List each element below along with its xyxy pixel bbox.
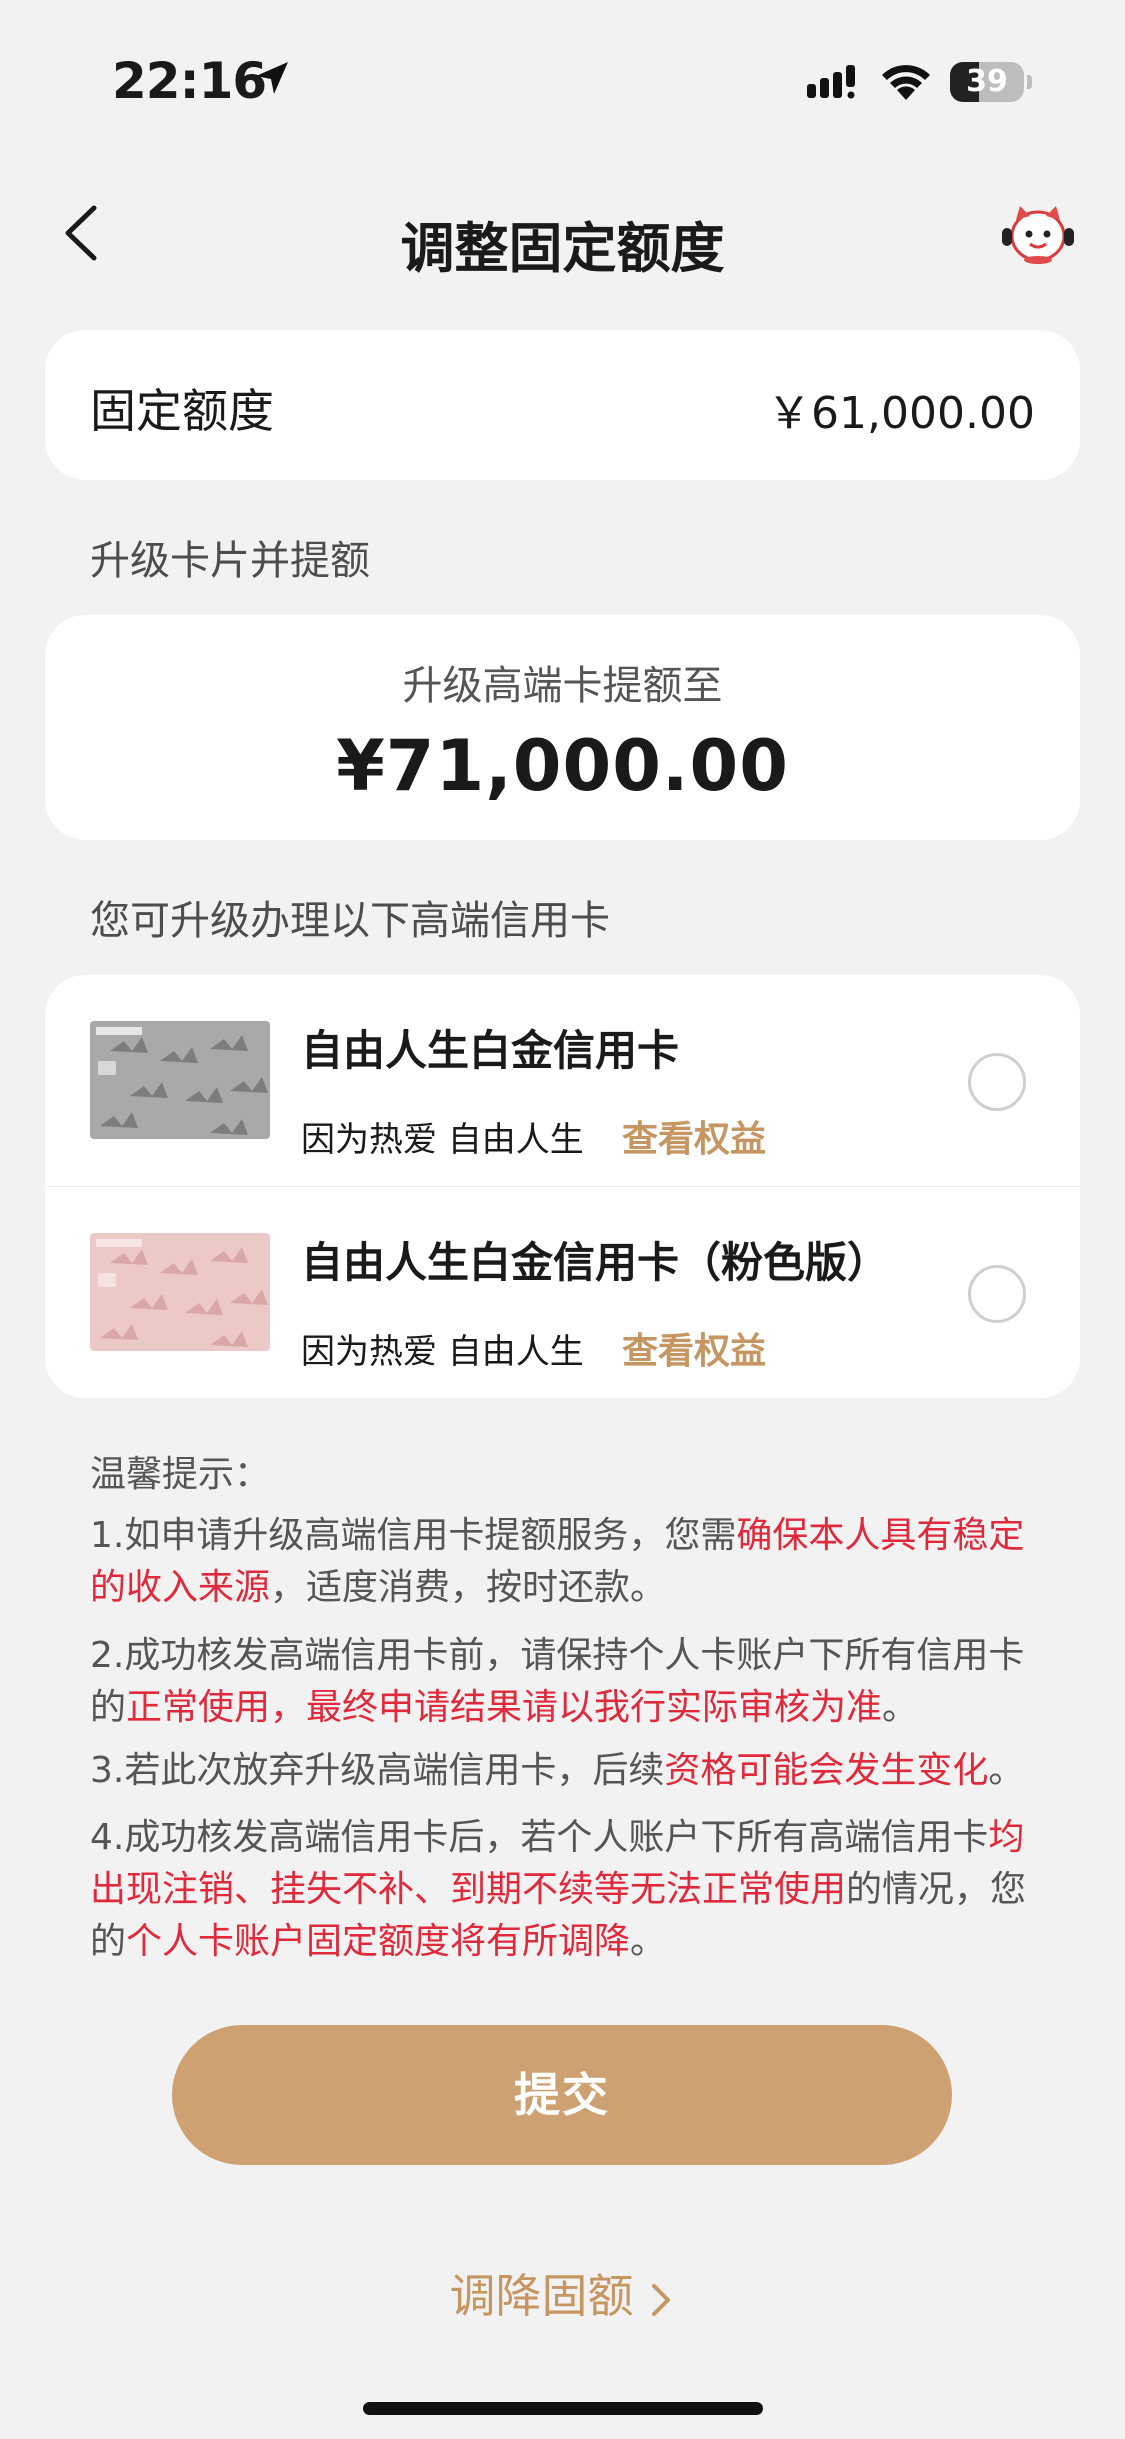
upgrade-amount-card: 升级高端卡提额至 ¥71,000.00 [45,615,1080,840]
tip-text: ，适度消费，按时还款。 [270,1567,667,1608]
cards-section-title: 您可升级办理以下高端信用卡 [90,898,610,944]
fixed-limit-label: 固定额度 [90,384,274,438]
tip-item: 3.若此次放弃升级高端信用卡，后续资格可能会发生变化。 [90,1745,1035,1797]
card-name: 自由人生白金信用卡（粉色版） [301,1238,890,1287]
reduce-limit-label: 调降固额 [449,2269,634,2323]
fixed-limit-value: ￥61,000.00 [767,388,1035,439]
card-slogan: 因为热爱 自由人生 [301,1332,584,1372]
card-option[interactable]: 自由人生白金信用卡（粉色版） 因为热爱 自由人生 查看权益 [45,1187,1080,1398]
submit-button[interactable]: 提交 [172,2025,952,2165]
tip-item: 1.如申请升级高端信用卡提额服务，您需确保本人具有稳定的收入来源，适度消费，按时… [90,1510,1035,1614]
tip-text: 。 [988,1750,1025,1791]
card-option[interactable]: 自由人生白金信用卡 因为热爱 自由人生 查看权益 [45,975,1080,1186]
tip-text: 。 [882,1687,919,1728]
page-title: 调整固定额度 [400,217,725,280]
card-options-list: 自由人生白金信用卡 因为热爱 自由人生 查看权益 自由人生白金信用卡（粉色版） … [45,975,1080,1398]
upgrade-amount: ¥71,000.00 [336,725,789,807]
home-indicator [363,2402,763,2415]
tip-text: 1.如申请升级高端信用卡提额服务，您需 [90,1515,737,1556]
tips-title: 温馨提示： [90,1454,271,1495]
location-arrow-icon [256,62,288,94]
battery-icon: 39 [950,62,1032,102]
credit-card-image [90,1233,270,1351]
chevron-right-icon [651,2283,670,2316]
card-select-radio[interactable] [968,1265,1026,1323]
tip-item: 4.成功核发高端信用卡后，若个人账户下所有高端信用卡均出现注销、挂失不补、到期不… [90,1812,1035,1968]
tip-text: 。 [630,1921,667,1962]
tip-warning-text: 资格可能会发生变化 [664,1750,989,1791]
status-time: 22:16 [112,52,267,110]
upgrade-subtitle: 升级高端卡提额至 [402,663,723,709]
view-benefits-link[interactable]: 查看权益 [622,1322,766,1374]
tip-text: 4.成功核发高端信用卡后，若个人账户下所有高端信用卡 [90,1817,989,1858]
tip-text: 3.若此次放弃升级高端信用卡，后续 [90,1750,665,1791]
mascot-icon[interactable] [1000,200,1076,266]
tip-item: 2.成功核发高端信用卡前，请保持个人卡账户下所有信用卡的正常使用，最终申请结果请… [90,1630,1035,1734]
credit-card-image [90,1021,270,1139]
nav-bar: 调整固定额度 [0,180,1125,290]
card-name: 自由人生白金信用卡 [301,1026,680,1075]
battery-percent: 39 [966,64,1008,99]
tip-warning-text: 正常使用，最终申请结果请以我行实际审核为准 [126,1687,883,1728]
reduce-limit-link[interactable]: 调降固额 [0,2260,1125,2326]
upgrade-section-title: 升级卡片并提额 [90,538,370,584]
tip-warning-text: 个人卡账户固定额度将有所调降 [126,1921,631,1962]
view-benefits-link[interactable]: 查看权益 [622,1110,766,1162]
signal-icon [807,65,855,99]
fixed-limit-card: 固定额度 ￥61,000.00 [45,330,1080,480]
wifi-icon [882,65,930,100]
card-slogan: 因为热爱 自由人生 [301,1120,584,1160]
status-bar: 22:16 39 [0,0,1125,160]
card-select-radio[interactable] [968,1053,1026,1111]
